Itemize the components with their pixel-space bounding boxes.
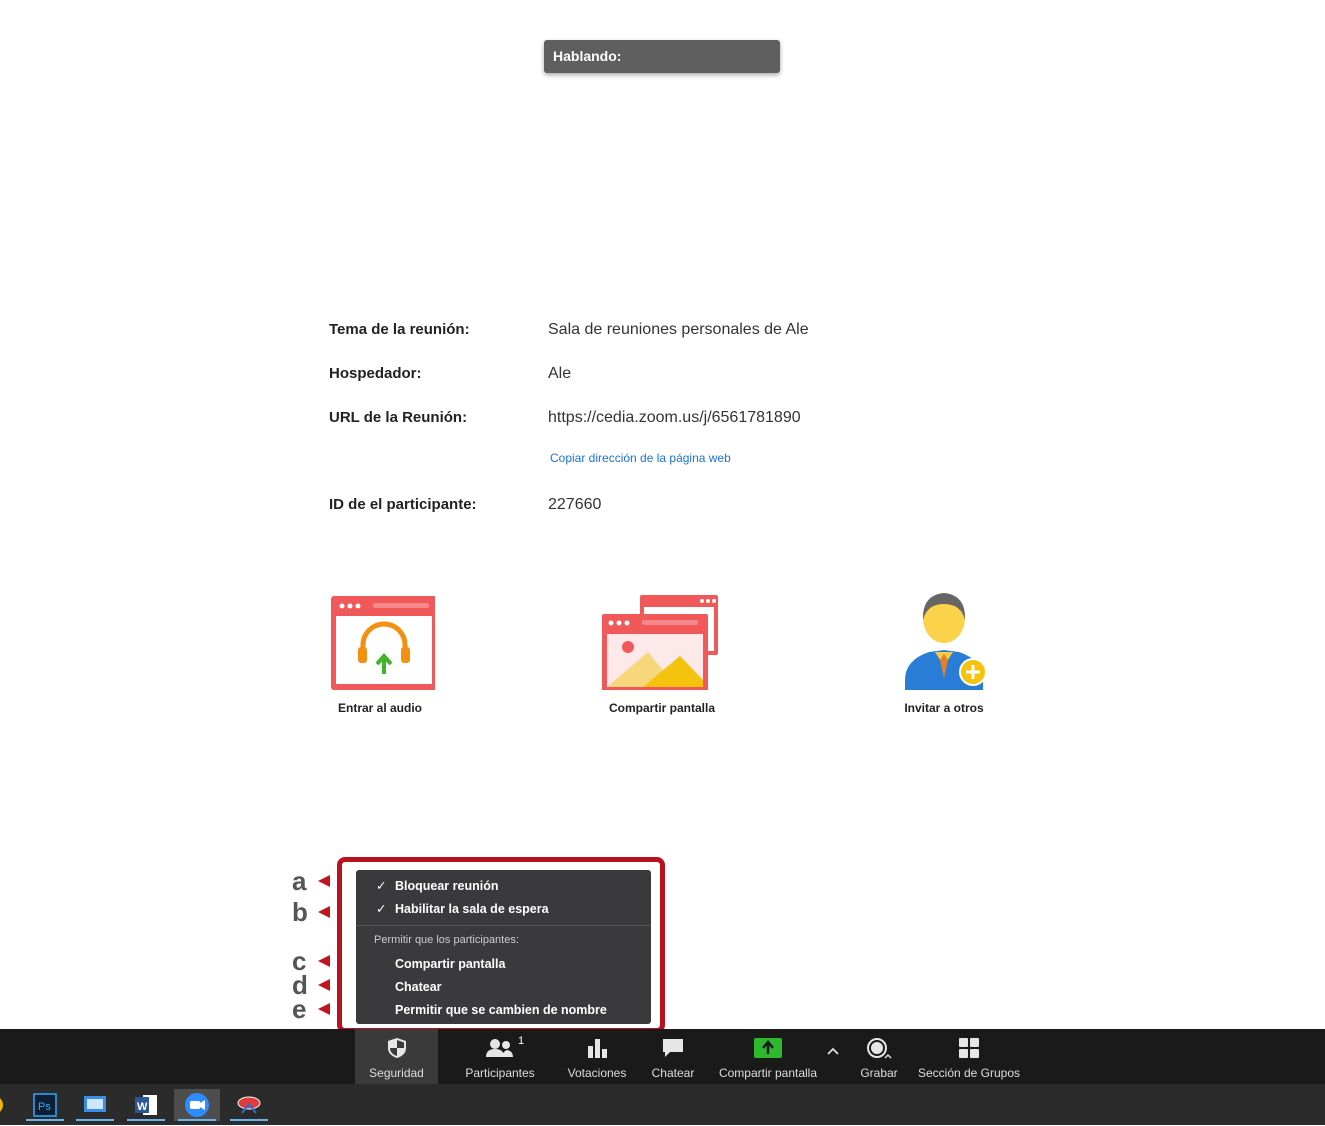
join-audio-label: Entrar al audio bbox=[337, 701, 423, 715]
headphones-upload-icon bbox=[331, 596, 437, 690]
annotation-highlight-box bbox=[337, 857, 665, 1033]
participants-icon bbox=[486, 1039, 513, 1057]
speaking-indicator: Hablando: bbox=[544, 40, 780, 73]
svg-text:Ps: Ps bbox=[38, 1101, 51, 1113]
red-arrow-icon bbox=[318, 875, 330, 887]
chrome-icon[interactable] bbox=[0, 1089, 8, 1121]
annotation-marker-a: a bbox=[292, 868, 330, 894]
url-label: URL de la Reunión: bbox=[329, 409, 468, 426]
host-value: Ale bbox=[548, 365, 572, 382]
share-screen-action-label: Compartir pantalla bbox=[608, 701, 716, 715]
share-screen-icon bbox=[754, 1038, 782, 1058]
copy-url-link[interactable]: Copiar dirección de la página web bbox=[550, 451, 731, 465]
invite-others-button[interactable]: Invitar a otros bbox=[882, 590, 1006, 715]
bar-chart-icon bbox=[588, 1039, 607, 1058]
topic-value: Sala de reuniones personales de Ale bbox=[548, 321, 809, 338]
grid-icon bbox=[959, 1038, 979, 1058]
svg-text:W: W bbox=[137, 1101, 148, 1113]
invite-others-label: Invitar a otros bbox=[904, 701, 984, 715]
shield-icon bbox=[387, 1038, 406, 1058]
control-panel-icon[interactable] bbox=[72, 1089, 118, 1121]
security-button[interactable]: Seguridad bbox=[355, 1029, 438, 1084]
chevron-up-icon bbox=[827, 1047, 839, 1055]
host-label: Hospedador: bbox=[329, 365, 422, 382]
participants-button[interactable]: 1 Participantes bbox=[455, 1029, 545, 1084]
record-icon bbox=[867, 1038, 892, 1059]
share-screen-button[interactable]: Compartir pantalla bbox=[714, 1029, 822, 1084]
participant-id-value: 227660 bbox=[548, 496, 602, 513]
red-arrow-icon bbox=[318, 906, 330, 918]
snipping-tool-icon[interactable] bbox=[226, 1089, 272, 1121]
topic-label: Tema de la reunión: bbox=[329, 321, 470, 338]
share-options-caret[interactable] bbox=[823, 1029, 843, 1084]
annotation-marker-e: e bbox=[292, 996, 330, 1022]
share-screen-windows-icon bbox=[602, 595, 718, 692]
red-arrow-icon bbox=[318, 955, 330, 967]
chat-button[interactable]: Chatear bbox=[643, 1029, 703, 1084]
annotation-marker-b: b bbox=[292, 899, 330, 925]
polls-button[interactable]: Votaciones bbox=[562, 1029, 632, 1084]
share-screen-action[interactable]: Compartir pantalla bbox=[598, 590, 726, 715]
os-taskbar: Ps W bbox=[0, 1084, 1325, 1125]
breakout-rooms-button[interactable]: Sección de Grupos bbox=[913, 1029, 1025, 1084]
red-arrow-icon bbox=[318, 979, 330, 991]
red-arrow-icon bbox=[318, 1003, 330, 1015]
zoom-icon[interactable] bbox=[174, 1089, 220, 1121]
photoshop-icon[interactable]: Ps bbox=[22, 1089, 68, 1121]
meeting-toolbar: Seguridad 1 Participantes Votaciones Cha… bbox=[0, 1029, 1325, 1084]
record-button[interactable]: Grabar bbox=[854, 1029, 904, 1084]
join-audio-button[interactable]: Entrar al audio bbox=[320, 590, 440, 715]
invite-person-icon bbox=[905, 593, 987, 694]
participant-id-label: ID de el participante: bbox=[329, 496, 477, 513]
word-icon[interactable]: W bbox=[123, 1089, 169, 1121]
chat-bubble-icon bbox=[663, 1039, 683, 1057]
url-value: https://cedia.zoom.us/j/6561781890 bbox=[548, 409, 801, 426]
participants-count-badge: 1 bbox=[518, 1035, 525, 1047]
